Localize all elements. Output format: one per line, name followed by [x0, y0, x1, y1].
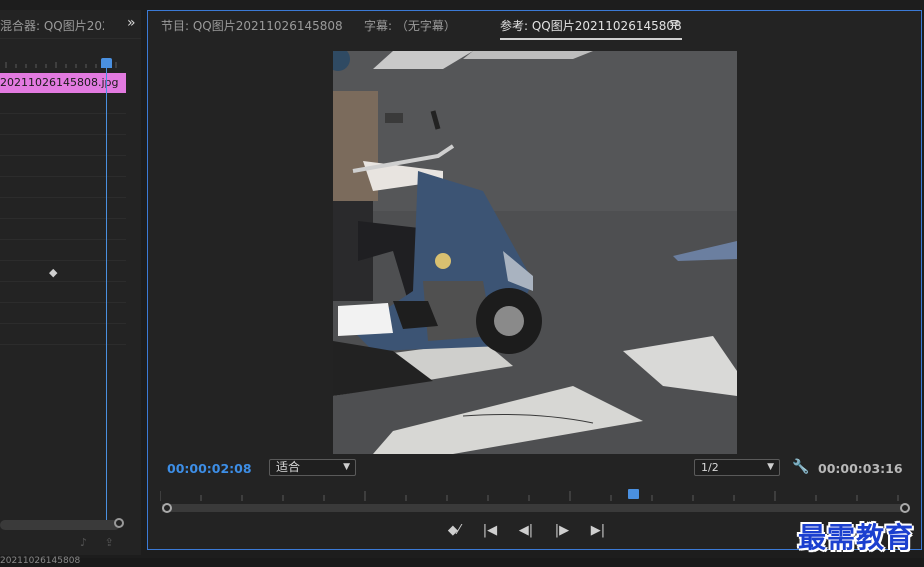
bottom-strip-text: 20211026145808	[0, 556, 81, 566]
track-divider	[0, 344, 126, 345]
resolution-select[interactable]: 1/2 ▼	[694, 459, 780, 476]
track-divider	[0, 218, 126, 219]
track-divider	[0, 155, 126, 156]
chevron-down-icon: ▼	[767, 462, 774, 472]
scroll-end-handle[interactable]	[114, 518, 124, 528]
step-forward-icon[interactable]: |▶	[553, 523, 571, 538]
scooter-photo	[333, 51, 737, 454]
more-tabs-icon[interactable]: »	[127, 15, 136, 31]
go-to-in-icon[interactable]: |◀	[481, 523, 499, 538]
export-icon[interactable]: ⇪	[105, 536, 114, 549]
horizontal-scrollbar[interactable]	[0, 520, 120, 530]
keyframe-icon[interactable]: ◆	[49, 266, 57, 279]
zoom-scrollbar[interactable]	[162, 504, 908, 512]
clip-bar[interactable]: 20211026145808.jpg	[0, 73, 126, 93]
tab-program[interactable]: 节目: QQ图片20211026145808	[161, 17, 343, 34]
bottom-strip: 20211026145808	[0, 556, 924, 567]
track-divider	[0, 176, 126, 177]
transport-controls: ◆⁄ |◀ ◀| |▶ ▶|	[445, 523, 607, 538]
zoom-fit-select[interactable]: 适合 ▼	[269, 459, 356, 476]
watermark-logo: 最需教育	[798, 521, 915, 554]
tab-captions[interactable]: 字幕: （无字幕）	[364, 17, 456, 34]
current-timecode[interactable]: 00:00:02:08	[167, 461, 252, 476]
resolution-value: 1/2	[701, 461, 719, 474]
effect-controls-panel: 混合器: QQ图片2021 » 20211026145808.jpg ◆ ♪ ⇪	[0, 10, 141, 555]
left-bottom-toolbar: ♪ ⇪	[80, 536, 128, 549]
monitor-tabs: 节目: QQ图片20211026145808 字幕: （无字幕） 参考: QQ图…	[148, 11, 921, 40]
track-divider	[0, 134, 126, 135]
duration-timecode: 00:00:03:16	[818, 461, 903, 476]
audio-icon[interactable]: ♪	[80, 536, 87, 549]
track-divider	[0, 323, 126, 324]
tab-reference[interactable]: 参考: QQ图片20211026145808	[500, 17, 682, 40]
track-divider	[0, 281, 126, 282]
tab-menu-icon[interactable]: ≡	[669, 16, 680, 31]
go-to-out-icon[interactable]: ▶|	[589, 523, 607, 538]
scroll-start-handle[interactable]	[162, 503, 172, 513]
reference-monitor: 节目: QQ图片20211026145808 字幕: （无字幕） 参考: QQ图…	[147, 10, 922, 550]
left-panel-header: 混合器: QQ图片2021 »	[0, 10, 141, 39]
track-divider	[0, 260, 126, 261]
playhead-line	[106, 65, 107, 520]
video-frame	[333, 51, 737, 454]
track-divider	[0, 197, 126, 198]
left-panel-title[interactable]: 混合器: QQ图片2021	[0, 17, 104, 34]
monitor-time-ruler[interactable]	[160, 489, 908, 501]
monitor-playhead[interactable]	[628, 489, 639, 499]
zoom-fit-value: 适合	[276, 460, 301, 474]
scroll-end-handle[interactable]	[900, 503, 910, 513]
track-divider	[0, 239, 126, 240]
track-divider	[0, 302, 126, 303]
step-back-icon[interactable]: ◀|	[517, 523, 535, 538]
chevron-down-icon: ▼	[343, 462, 350, 472]
marker-in-icon[interactable]: ◆⁄	[445, 523, 463, 538]
track-divider	[0, 113, 126, 114]
wrench-icon[interactable]: 🔧	[792, 459, 809, 475]
